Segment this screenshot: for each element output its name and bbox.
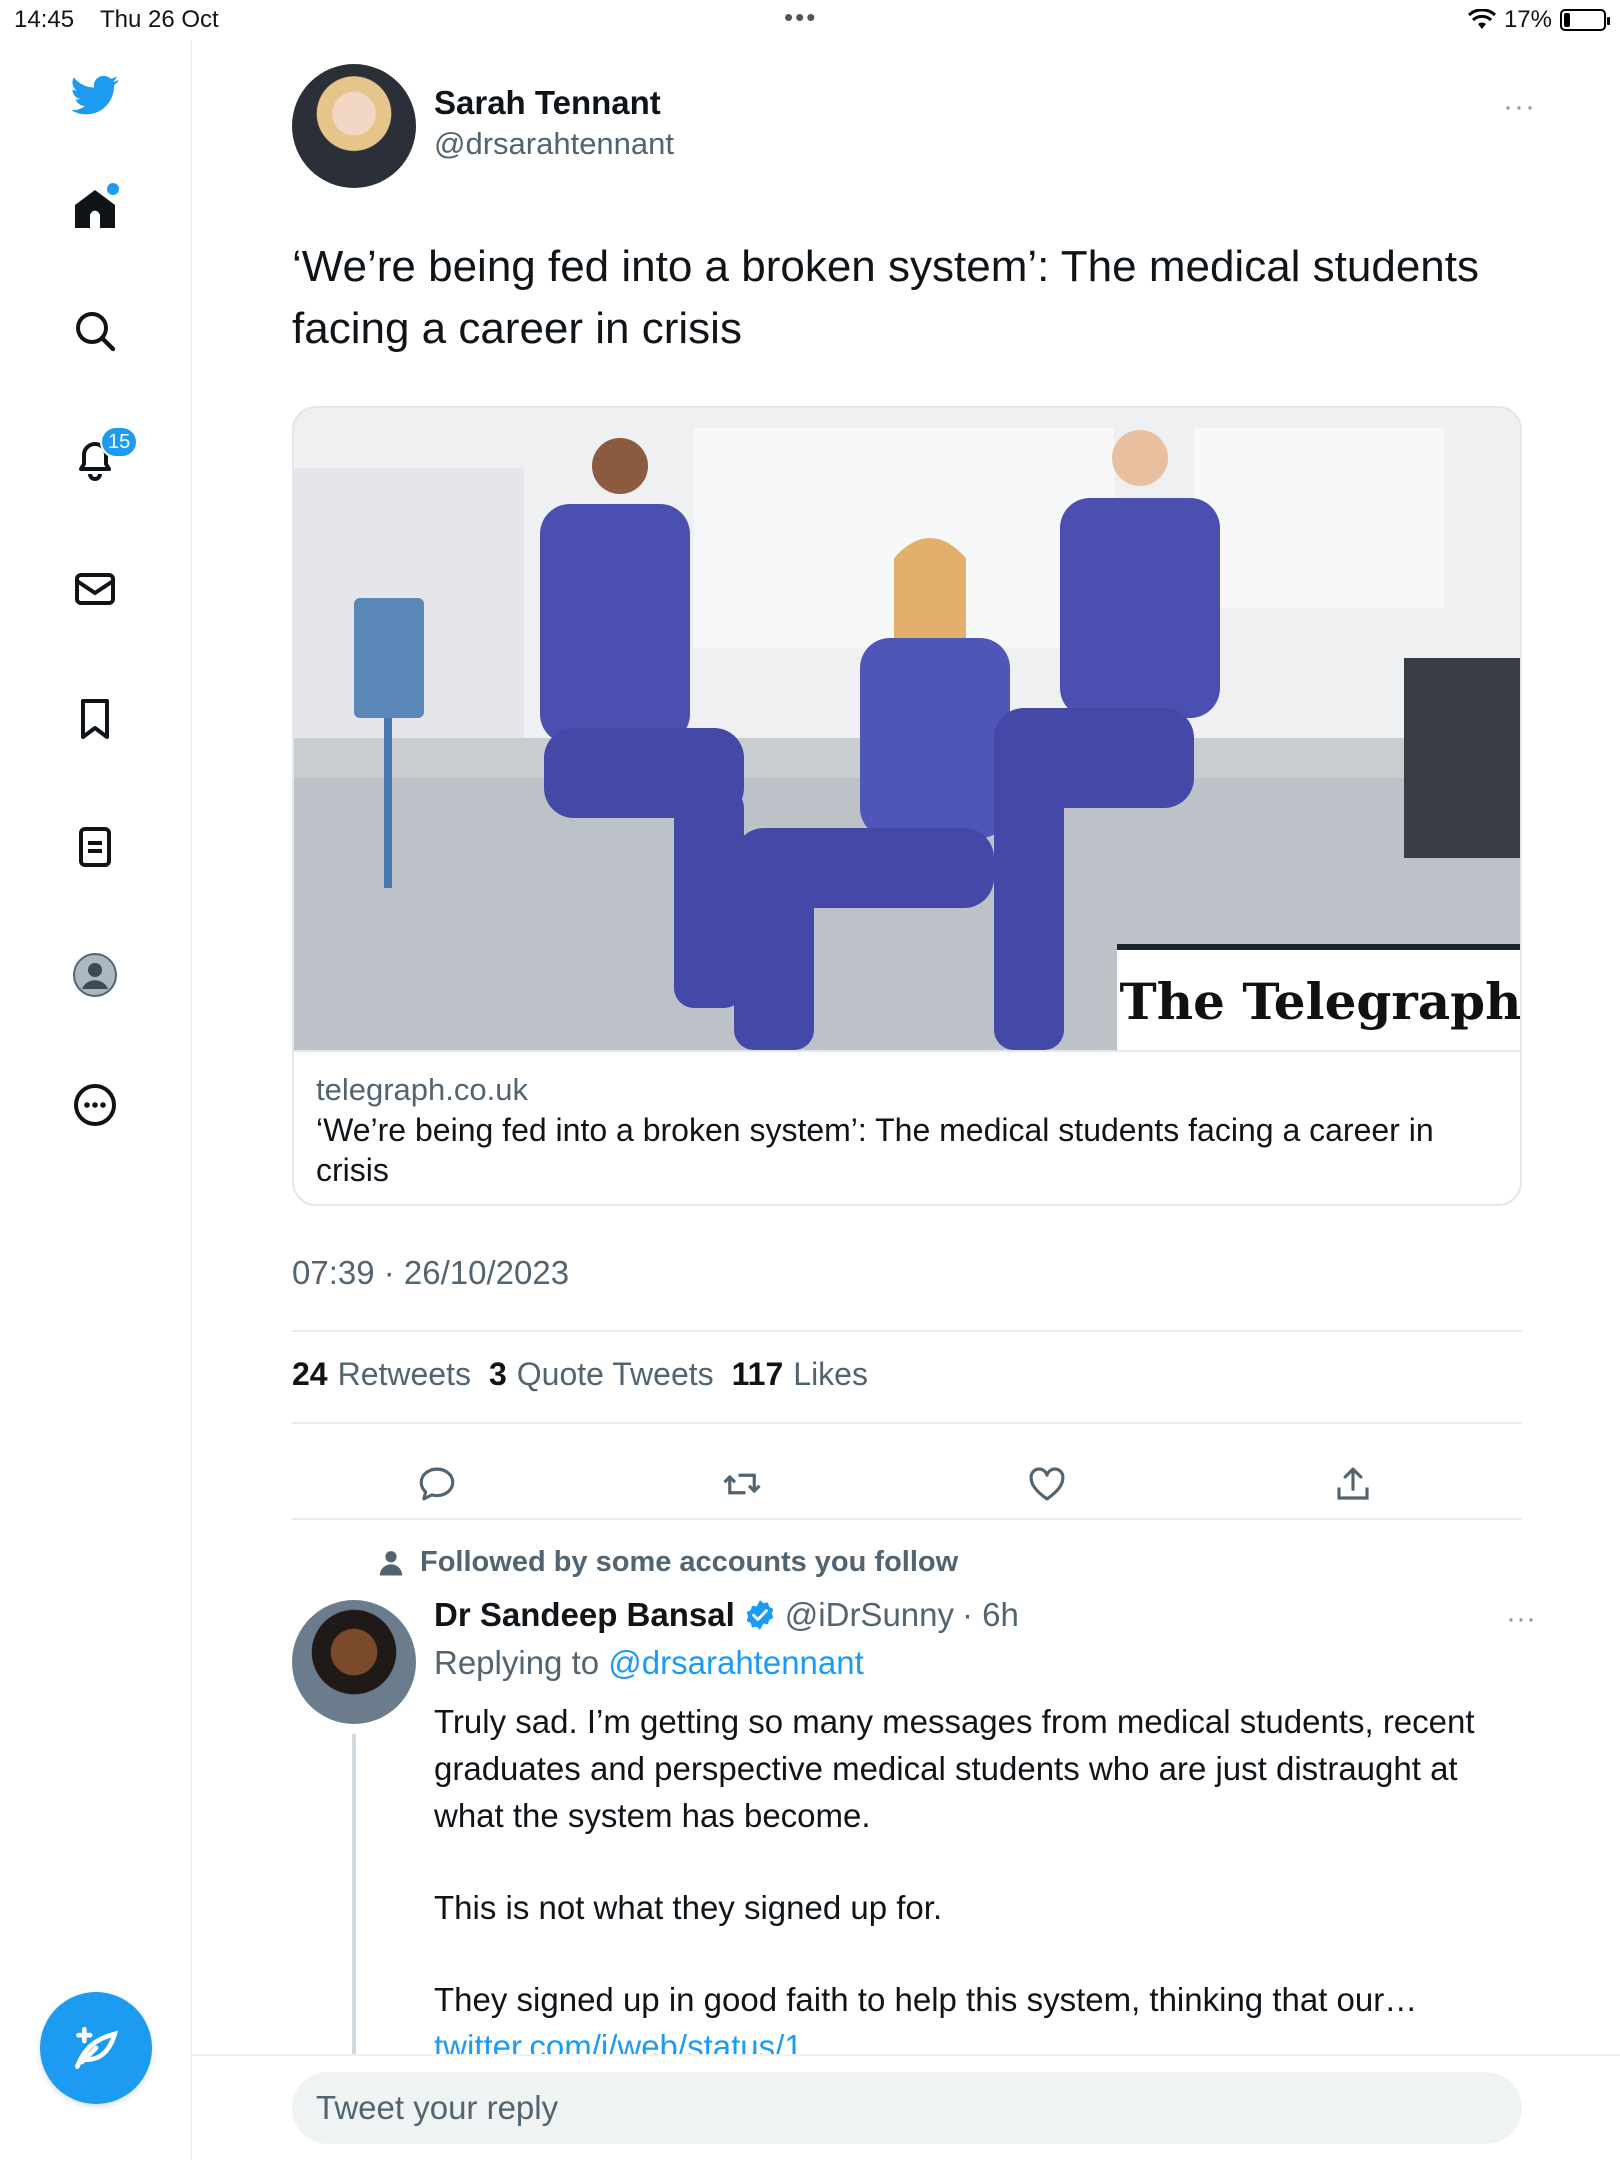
share-button[interactable] [1323,1454,1383,1514]
quote-tweets-stat[interactable]: 3 Quote Tweets [489,1356,714,1393]
tweet-timestamp[interactable]: 07:39 · 26/10/2023 [292,1254,569,1292]
twitter-logo-icon[interactable] [60,60,130,130]
search-icon[interactable] [60,296,130,366]
quote-tweets-count: 3 [488,1356,507,1392]
status-bar: 14:45 Thu 26 Oct ••• 17% [0,0,1620,40]
more-options-icon[interactable] [60,1070,130,1140]
reply-bar [192,2054,1620,2160]
likes-label: Likes [793,1356,868,1392]
status-time: 14:45 [14,6,75,33]
reply-author-avatar[interactable] [292,1600,416,1724]
profile-avatar-icon[interactable] [60,940,130,1010]
reply-time[interactable]: · 6h [962,1596,1019,1634]
social-context: Followed by some accounts you follow [376,1546,958,1579]
verified-badge-icon [746,1600,774,1630]
card-meta: telegraph.co.uk ‘We’re being fed into a … [294,1050,1520,1204]
status-right: 17% [1467,6,1610,34]
divider [292,1518,1522,1520]
compose-tweet-button[interactable] [40,1992,152,2104]
retweet-button[interactable] [712,1454,772,1514]
home-unread-dot [107,183,119,195]
quote-tweets-label: Quote Tweets [516,1356,714,1392]
reply-paragraph: This is not what they signed up for. [434,1889,943,1926]
status-date: Thu 26 Oct [100,6,219,33]
reply-paragraph: They signed up in good faith to help thi… [434,1981,1418,2018]
notifications-bell-icon[interactable]: 15 [60,424,139,494]
multitasking-dots-icon[interactable]: ••• [784,2,817,33]
main-content: Sarah Tennant @drsarahtennant ··· ‘We’re… [192,40,1620,2084]
tweet-more-icon[interactable]: ··· [1503,90,1536,124]
replying-to: Replying to @drsarahtennant [434,1644,864,1682]
author-name[interactable]: Sarah Tennant [434,84,661,122]
likes-count: 117 [731,1356,784,1392]
notifications-badge: 15 [100,426,139,458]
author-avatar[interactable] [292,64,416,188]
author-handle[interactable]: @drsarahtennant [434,126,674,162]
compose-feather-icon [75,2027,119,2069]
card-photo [294,408,1520,1050]
retweets-stat[interactable]: 24 Retweets [292,1356,471,1393]
messages-envelope-icon[interactable] [60,554,130,624]
tweet-actions [292,1454,1522,1524]
share-upload-icon [1337,1467,1369,1500]
heart-icon [1029,1467,1065,1501]
like-button[interactable] [1017,1454,1077,1514]
tweet-text: ‘We’re being fed into a broken system’: … [292,242,1479,353]
social-context-text: Followed by some accounts you follow [420,1546,959,1578]
reply-button[interactable] [407,1454,467,1514]
bookmark-icon[interactable] [60,684,130,754]
reply-author-handle[interactable]: @iDrSunny [785,1596,954,1634]
telegraph-logo: The Telegraph [1119,971,1522,1031]
card-domain: telegraph.co.uk [316,1072,528,1107]
replying-to-handle[interactable]: @drsarahtennant [608,1644,864,1681]
thread-line [352,1734,356,2084]
link-card[interactable]: The Telegraph telegraph.co.uk ‘We’re bei… [292,406,1522,1206]
person-icon [379,1550,403,1575]
sidebar: 15 [0,40,192,2160]
battery-percent: 17% [1503,6,1552,33]
reply-author-name[interactable]: Dr Sandeep Bansal [434,1596,735,1634]
reply-text: Truly sad. I’m getting so many messages … [434,1698,1524,2070]
reply-more-icon[interactable]: ··· [1506,1602,1536,1636]
reply-bubble-icon [419,1467,455,1501]
reply-header: Dr Sandeep Bansal @iDrSunny · 6h [434,1596,1019,1634]
battery-icon [1560,9,1610,31]
wifi-icon [1467,9,1496,29]
divider [292,1330,1522,1332]
home-icon[interactable] [60,174,130,244]
retweet-icon [723,1473,761,1495]
tweet-reply-input[interactable] [292,2072,1522,2144]
retweets-count: 24 [292,1356,328,1392]
reply-paragraph: Truly sad. I’m getting so many messages … [434,1703,1475,1834]
lists-icon[interactable] [60,812,130,882]
retweets-label: Retweets [337,1356,471,1392]
tweet-stats: 24 Retweets 3 Quote Tweets 117 Likes [292,1356,868,1393]
likes-stat[interactable]: 117 Likes [732,1356,868,1393]
divider [292,1422,1522,1424]
replying-to-prefix: Replying to [434,1644,600,1681]
card-title: ‘We’re being fed into a broken system’: … [316,1112,1434,1188]
